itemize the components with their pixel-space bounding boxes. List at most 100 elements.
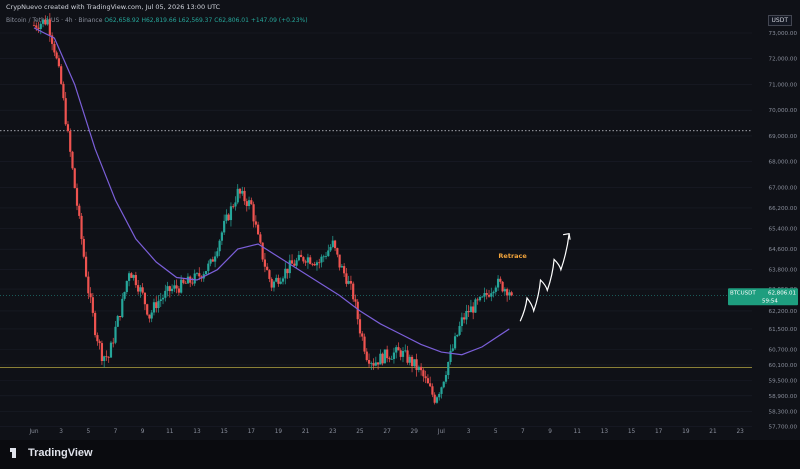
candle-body [499,278,502,282]
candle-body [476,299,479,301]
candle-body [320,256,323,263]
candle-body [91,297,94,313]
tradingview-icon [10,448,24,458]
candle-body [245,201,248,206]
candle-body [481,296,484,298]
candle-body [381,353,384,364]
time-tick-label: 27 [383,429,391,435]
candle-body [361,333,364,337]
time-tick-label: Jun [28,429,38,435]
candle-body [211,259,214,262]
price-tick-label: 59,500.00 [769,378,798,384]
candle-body [506,289,509,296]
candle-body [318,262,321,264]
candle-body [413,359,416,367]
candle-body [130,273,133,278]
price-tick-label: 72,000.00 [769,57,798,63]
candle-body [277,277,280,284]
candle-body [399,350,402,357]
candle-body [478,296,482,301]
brand-name: TradingView [28,447,93,459]
price-tick-label: 64,600.00 [769,247,798,253]
candle-body [64,98,67,125]
price-tick-label: 58,300.00 [769,409,798,415]
candle-body [447,361,450,376]
candle-body [80,215,83,239]
price-tick-label: 60,700.00 [769,348,798,354]
tradingview-logo[interactable]: TradingView [10,447,93,459]
time-tick-label: 23 [329,429,337,435]
candle-body [420,366,423,371]
candle-body [180,279,183,293]
price-tick-label: 57,700.00 [769,425,798,431]
candle-body [209,259,212,264]
candle-body [295,260,298,266]
candle-body [458,326,461,335]
price-tick-label: 63,800.00 [769,268,798,274]
candle-body [397,347,400,351]
candle-body [433,394,436,403]
candle-body [100,343,104,361]
time-tick-label: 15 [628,429,636,435]
candle-body [390,359,393,360]
candle-body [306,257,310,263]
candle-body [302,257,305,262]
candle-body [168,286,171,292]
candle-body [87,276,90,294]
candle-body [352,283,355,300]
price-tick-label: 61,500.00 [769,327,798,333]
price-tick-label: 71,000.00 [769,82,798,88]
candle-body [232,206,235,208]
candle-body [177,288,180,293]
price-axis: 57,700.00 58,300.00 58,900.00 59,500.00 60,1… [769,31,798,431]
candle-body [161,297,165,300]
candle-body [39,23,42,29]
time-tick-label: 11 [574,429,582,435]
candle-body [173,285,176,289]
candle-body [238,188,242,194]
candle-body [472,306,475,313]
candle-body [227,214,230,221]
candle-body [453,336,457,349]
price-chart[interactable]: Retrace 57,700.00 58,300.00 58,900.00 59,50… [0,0,800,440]
time-tick-label: 13 [193,429,201,435]
candle-body [41,19,45,24]
candle-body [186,276,190,284]
candle-body [107,356,110,358]
candle-body [82,238,85,257]
candle-body [37,27,40,29]
candle-body [417,366,420,370]
candle-body [501,281,504,292]
price-label-tag: BTCUSDT 62,806.01 59:54 [728,288,798,306]
candle-body [247,200,251,206]
projection-arrowhead [563,233,571,240]
candle-body [55,52,58,59]
time-tick-label: 17 [655,429,663,435]
candle-body [94,312,97,336]
candlesticks [32,13,513,405]
candle-body [510,292,513,296]
price-tick-label: 65,400.00 [769,227,798,233]
candle-body [252,204,255,222]
candle-body [164,290,167,298]
candle-body [404,350,407,352]
candle-body [134,275,137,286]
candle-body [78,205,81,216]
candle-body [386,349,389,359]
candle-body [223,220,226,233]
projection-path [519,233,570,322]
candle-body [444,375,448,382]
candle-body [426,378,429,384]
candle-body [492,291,495,294]
candle-body [218,240,221,252]
candle-body [103,356,106,361]
candle-body [324,256,328,257]
candle-body [121,298,124,318]
candle-body [465,310,468,320]
candle-body [451,348,454,351]
time-axis: Jun 3 5 7 9 11 13 15 17 19 21 23 25 27 29 Jul 3 5 7 9 11 13 15… [28,429,744,435]
retrace-annotation: Retrace [498,252,527,260]
candle-body [268,270,271,279]
candle-body [290,260,294,264]
candle-body [89,293,92,298]
